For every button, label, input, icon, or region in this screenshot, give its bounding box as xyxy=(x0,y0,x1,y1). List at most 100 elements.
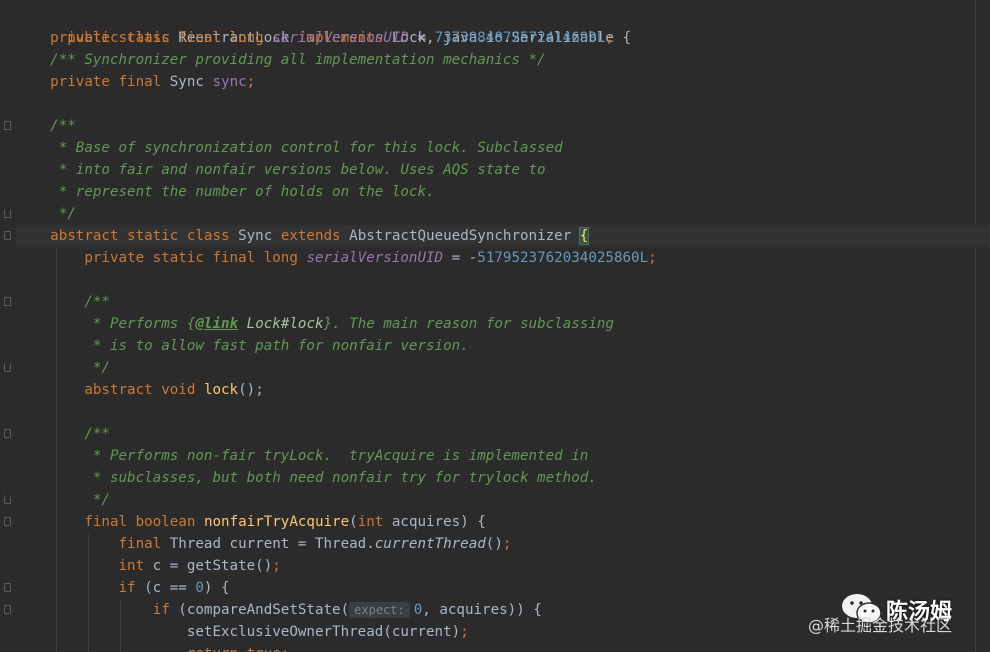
code-token: private final xyxy=(50,74,170,90)
code-line: private final Sync sync; xyxy=(16,71,990,93)
fold-end-marker-icon[interactable] xyxy=(4,495,11,504)
fold-marker-icon[interactable] xyxy=(4,231,11,240)
code-line: final boolean nonfairTryAcquire(int acqu… xyxy=(4,511,990,533)
code-token: 7373984872572414699L xyxy=(434,30,606,46)
code-token: int xyxy=(118,558,153,574)
code-comment: * Performs { xyxy=(84,316,196,332)
code-line: /** xyxy=(4,291,990,313)
fold-marker-icon[interactable] xyxy=(4,121,11,130)
code-line: /** xyxy=(4,423,990,445)
code-token: = - xyxy=(443,250,478,266)
fold-marker-icon[interactable] xyxy=(4,517,11,526)
indent-guide xyxy=(56,643,57,652)
code-line: * subclasses, but both need nonfair try … xyxy=(16,467,990,489)
code-token: if xyxy=(118,580,145,596)
code-lines[interactable]: public class ReentrantLock implements Lo… xyxy=(4,5,990,652)
code-comment: */ xyxy=(50,206,76,222)
code-comment: * subclasses, but both need nonfair try … xyxy=(84,470,597,486)
code-token: nonfairTryAcquire xyxy=(203,514,350,530)
indent-guide xyxy=(88,599,89,621)
indent-guide xyxy=(56,577,57,599)
code-token: final xyxy=(118,536,170,552)
code-token: setExclusiveOwnerThread(current) xyxy=(186,624,461,640)
code-token: 0 xyxy=(195,580,204,596)
indent-guide xyxy=(56,555,57,577)
code-token: currentThread xyxy=(374,536,486,552)
code-line: * represent the number of holds on the l… xyxy=(16,181,990,203)
code-token: lock xyxy=(203,382,239,398)
code-token: ; xyxy=(502,536,512,552)
code-line-current: abstract static class Sync extends Abstr… xyxy=(4,225,990,247)
code-comment: * is to allow fast path for nonfair vers… xyxy=(84,338,469,354)
indent-guide xyxy=(120,621,121,643)
code-line: */ xyxy=(4,489,990,511)
code-token: = xyxy=(408,30,435,46)
code-line: private static final long serialVersionU… xyxy=(16,247,990,269)
code-token: final boolean xyxy=(84,514,204,530)
code-token: ; xyxy=(648,250,657,266)
code-token: ( xyxy=(349,514,358,530)
fold-marker-icon[interactable] xyxy=(4,605,11,614)
indent-guide xyxy=(56,511,57,533)
code-comment: */ xyxy=(84,492,110,508)
fold-end-marker-icon[interactable] xyxy=(4,209,11,218)
indent-guide xyxy=(88,555,89,577)
code-token: (); xyxy=(238,382,264,398)
code-comment: * Base of synchronization control for th… xyxy=(50,140,563,156)
code-line-blank xyxy=(16,269,990,291)
code-token: (c == xyxy=(144,580,196,596)
code-comment: * represent the number of holds on the l… xyxy=(50,184,435,200)
code-editor[interactable]: public class ReentrantLock implements Lo… xyxy=(0,0,990,652)
code-token: return xyxy=(187,646,247,652)
code-token: () xyxy=(485,536,503,552)
code-token: abstract void xyxy=(84,382,204,398)
indent-guide xyxy=(56,335,57,357)
code-comment: * Performs non-fair tryLock. tryAcquire … xyxy=(84,448,589,464)
code-token: int xyxy=(357,514,392,530)
editor-gutter xyxy=(0,0,16,652)
javadoc-reference: Lock#lock xyxy=(238,316,324,332)
code-token: serialVersionUID xyxy=(306,250,444,266)
indent-guide xyxy=(56,291,57,313)
indent-guide xyxy=(56,533,57,555)
indent-guide xyxy=(120,643,121,652)
indent-guide xyxy=(56,621,57,643)
code-line: * Performs non-fair tryLock. tryAcquire … xyxy=(16,445,990,467)
code-comment: /** xyxy=(84,294,110,310)
code-token: ; xyxy=(281,646,290,652)
code-comment: * into fair and nonfair versions below. … xyxy=(50,162,546,178)
indent-guide xyxy=(88,643,89,652)
code-line: /** xyxy=(4,115,990,137)
fold-end-marker-icon[interactable] xyxy=(4,363,11,372)
code-token: abstract static class xyxy=(50,228,239,244)
code-token: c = getState() xyxy=(152,558,273,574)
indent-guide xyxy=(88,533,89,555)
indent-guide xyxy=(120,599,121,621)
code-token: 5179523762034025860L xyxy=(477,250,649,266)
indent-guide xyxy=(56,269,57,291)
javadoc-tag: @link xyxy=(195,316,239,332)
code-token: serialVersionUID xyxy=(272,30,409,46)
fold-marker-icon[interactable] xyxy=(4,583,11,592)
code-token: acquires) { xyxy=(391,514,486,530)
code-token: true xyxy=(247,646,281,652)
code-line-blank xyxy=(16,401,990,423)
code-token: ; xyxy=(460,624,469,640)
code-token: 0 xyxy=(413,602,423,618)
code-token: sync xyxy=(212,74,247,90)
watermark-site: @稀土掘金技术社区 xyxy=(808,616,953,635)
code-token: ; xyxy=(246,74,256,90)
fold-marker-icon[interactable] xyxy=(4,297,11,306)
code-comment: /** Synchronizer providing all implement… xyxy=(50,52,546,68)
indent-guide xyxy=(56,401,57,423)
code-comment: }. The main reason for subclassing xyxy=(323,316,614,332)
fold-marker-icon[interactable] xyxy=(4,429,11,438)
code-token: ; xyxy=(272,558,281,574)
code-line: private static final long serialVersionU… xyxy=(16,27,990,49)
indent-guide xyxy=(56,445,57,467)
matched-brace: { xyxy=(578,227,590,245)
indent-guide xyxy=(56,423,57,445)
code-token: ) { xyxy=(203,580,230,596)
code-token: if xyxy=(152,602,179,618)
